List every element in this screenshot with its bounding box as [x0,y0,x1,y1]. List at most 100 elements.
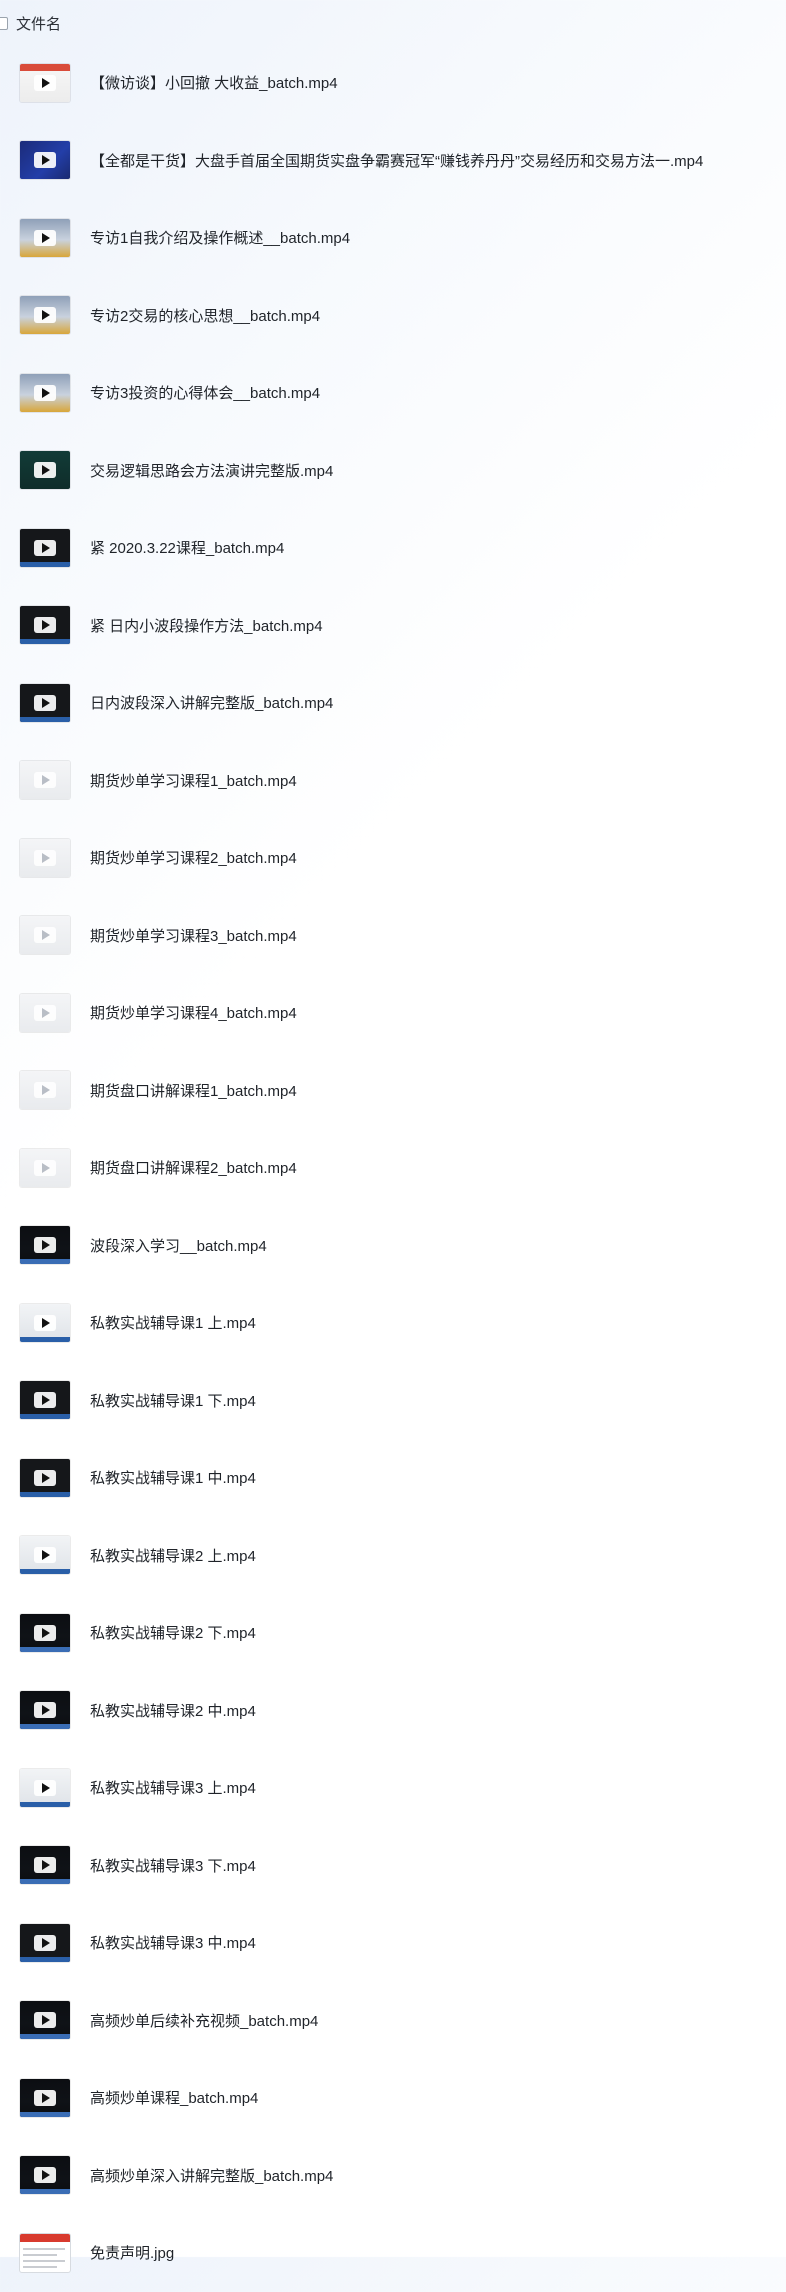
file-name[interactable]: 期货炒单学习课程4_batch.mp4 [90,1002,297,1023]
video-thumbnail[interactable] [20,1071,70,1110]
video-thumbnail[interactable] [20,838,70,877]
file-row[interactable]: 高频炒单深入讲解完整版_batch.mp4 [0,2137,786,2215]
play-icon [34,539,56,556]
file-row[interactable]: 【全都是干货】大盘手首届全国期货实盘争霸赛冠军“赚钱养丹丹”交易经历和交易方法一… [0,122,786,200]
video-thumbnail[interactable] [20,606,70,645]
file-name[interactable]: 专访2交易的核心思想__batch.mp4 [90,305,320,326]
video-thumbnail[interactable] [20,916,70,955]
play-icon [34,927,56,944]
file-name[interactable]: 私教实战辅导课3 中.mp4 [90,1932,256,1953]
video-thumbnail[interactable] [20,1303,70,1342]
video-thumbnail[interactable] [20,1226,70,1265]
play-icon [34,617,56,634]
file-name[interactable]: 【微访谈】小回撤 大收益_batch.mp4 [90,72,338,93]
file-row[interactable]: 期货盘口讲解课程2_batch.mp4 [0,1129,786,1207]
video-thumbnail[interactable] [20,1923,70,1962]
file-name[interactable]: 高频炒单课程_batch.mp4 [90,2087,258,2108]
file-row[interactable]: 期货盘口讲解课程1_batch.mp4 [0,1052,786,1130]
file-row[interactable]: 日内波段深入讲解完整版_batch.mp4 [0,664,786,742]
file-name[interactable]: 私教实战辅导课1 下.mp4 [90,1390,256,1411]
video-thumbnail[interactable] [20,141,70,180]
file-row[interactable]: 期货炒单学习课程1_batch.mp4 [0,742,786,820]
file-row[interactable]: 期货炒单学习课程3_batch.mp4 [0,897,786,975]
file-row[interactable]: 期货炒单学习课程4_batch.mp4 [0,974,786,1052]
file-name[interactable]: 私教实战辅导课3 上.mp4 [90,1777,256,1798]
file-name[interactable]: 免责声明.jpg [90,2242,174,2263]
play-icon [34,1469,56,1486]
video-thumbnail[interactable] [20,63,70,102]
file-name[interactable]: 私教实战辅导课2 中.mp4 [90,1700,256,1721]
video-thumbnail[interactable] [20,2001,70,2040]
file-name[interactable]: 高频炒单深入讲解完整版_batch.mp4 [90,2165,333,2186]
file-row[interactable]: 高频炒单后续补充视频_batch.mp4 [0,1982,786,2060]
video-thumbnail[interactable] [20,2156,70,2195]
file-row[interactable]: 私教实战辅导课2 中.mp4 [0,1672,786,1750]
file-row[interactable]: 私教实战辅导课1 下.mp4 [0,1362,786,1440]
video-thumbnail[interactable] [20,1536,70,1575]
video-thumbnail[interactable] [20,373,70,412]
video-thumbnail[interactable] [20,1613,70,1652]
file-name[interactable]: 专访3投资的心得体会__batch.mp4 [90,382,320,403]
file-name[interactable]: 私教实战辅导课3 下.mp4 [90,1855,256,1876]
file-name[interactable]: 【全都是干货】大盘手首届全国期货实盘争霸赛冠军“赚钱养丹丹”交易经历和交易方法一… [90,150,703,171]
file-name[interactable]: 紧 日内小波段操作方法_batch.mp4 [90,615,323,636]
file-name[interactable]: 交易逻辑思路会方法演讲完整版.mp4 [90,460,333,481]
file-name[interactable]: 波段深入学习__batch.mp4 [90,1235,267,1256]
file-row[interactable]: 私教实战辅导课3 下.mp4 [0,1827,786,1905]
video-thumbnail[interactable] [20,993,70,1032]
video-thumbnail[interactable] [20,528,70,567]
file-name[interactable]: 私教实战辅导课1 中.mp4 [90,1467,256,1488]
file-row[interactable]: 交易逻辑思路会方法演讲完整版.mp4 [0,432,786,510]
video-thumbnail[interactable] [20,1148,70,1187]
file-name[interactable]: 紧 2020.3.22课程_batch.mp4 [90,537,284,558]
file-row[interactable]: 【微访谈】小回撤 大收益_batch.mp4 [0,44,786,122]
file-name[interactable]: 专访1自我介绍及操作概述__batch.mp4 [90,227,350,248]
video-thumbnail[interactable] [20,218,70,257]
video-thumbnail[interactable] [20,296,70,335]
file-name[interactable]: 日内波段深入讲解完整版_batch.mp4 [90,692,333,713]
file-name[interactable]: 私教实战辅导课2 上.mp4 [90,1545,256,1566]
file-row[interactable]: 紧 日内小波段操作方法_batch.mp4 [0,587,786,665]
video-thumbnail[interactable] [20,761,70,800]
file-name[interactable]: 高频炒单后续补充视频_batch.mp4 [90,2010,318,2031]
file-row[interactable]: 专访3投资的心得体会__batch.mp4 [0,354,786,432]
video-thumbnail[interactable] [20,1846,70,1885]
video-thumbnail[interactable] [20,1691,70,1730]
file-row[interactable]: 私教实战辅导课2 上.mp4 [0,1517,786,1595]
play-icon [34,2167,56,2184]
file-name[interactable]: 期货炒单学习课程1_batch.mp4 [90,770,297,791]
file-row[interactable]: 波段深入学习__batch.mp4 [0,1207,786,1285]
file-row[interactable]: 私教实战辅导课1 中.mp4 [0,1439,786,1517]
file-name[interactable]: 期货盘口讲解课程1_batch.mp4 [90,1080,297,1101]
play-icon [34,2012,56,2029]
video-thumbnail[interactable] [20,1381,70,1420]
play-icon [34,74,56,91]
file-row[interactable]: 免责声明.jpg [0,2214,786,2292]
file-row[interactable]: 私教实战辅导课1 上.mp4 [0,1284,786,1362]
video-thumbnail[interactable] [20,1458,70,1497]
select-all-checkbox[interactable] [0,16,8,30]
file-row[interactable]: 高频炒单课程_batch.mp4 [0,2059,786,2137]
file-row[interactable]: 期货炒单学习课程2_batch.mp4 [0,819,786,897]
play-icon [34,1392,56,1409]
video-thumbnail[interactable] [20,1768,70,1807]
file-name[interactable]: 期货炒单学习课程3_batch.mp4 [90,925,297,946]
file-name[interactable]: 期货盘口讲解课程2_batch.mp4 [90,1157,297,1178]
play-icon [34,229,56,246]
file-name[interactable]: 私教实战辅导课2 下.mp4 [90,1622,256,1643]
play-icon [34,849,56,866]
video-thumbnail[interactable] [20,2078,70,2117]
file-name[interactable]: 私教实战辅导课1 上.mp4 [90,1312,256,1333]
file-row[interactable]: 专访2交易的核心思想__batch.mp4 [0,277,786,355]
column-label-filename[interactable]: 文件名 [16,13,61,34]
file-row[interactable]: 私教实战辅导课2 下.mp4 [0,1594,786,1672]
image-thumbnail[interactable] [20,2233,70,2272]
file-row[interactable]: 专访1自我介绍及操作概述__batch.mp4 [0,199,786,277]
video-thumbnail[interactable] [20,683,70,722]
file-name[interactable]: 期货炒单学习课程2_batch.mp4 [90,847,297,868]
video-thumbnail[interactable] [20,451,70,490]
file-row[interactable]: 私教实战辅导课3 中.mp4 [0,1904,786,1982]
file-row[interactable]: 紧 2020.3.22课程_batch.mp4 [0,509,786,587]
play-icon [34,1857,56,1874]
file-row[interactable]: 私教实战辅导课3 上.mp4 [0,1749,786,1827]
